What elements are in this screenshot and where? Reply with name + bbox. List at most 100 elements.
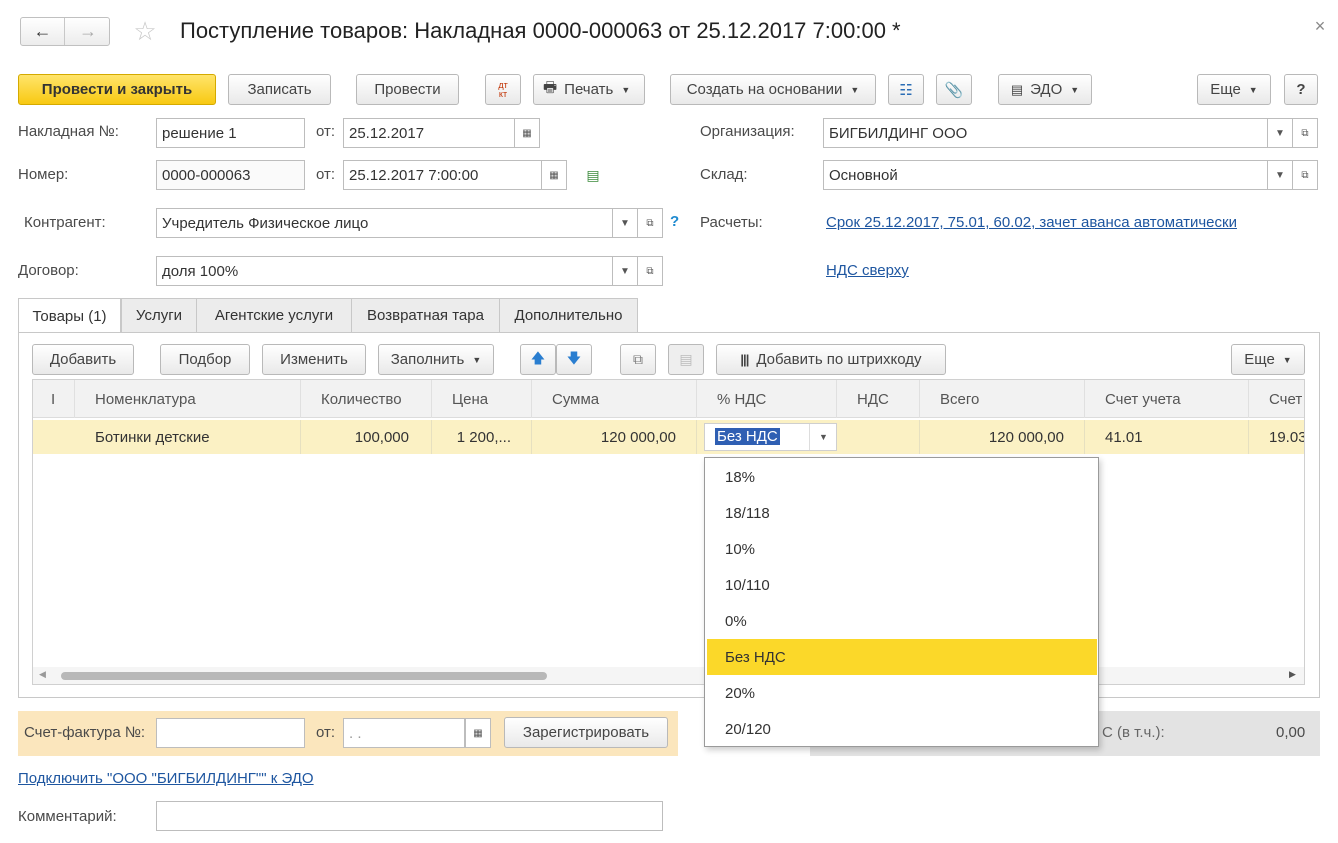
chevron-down-icon[interactable]: ▼ [809,424,837,450]
chevron-down-icon[interactable]: ▼ [612,208,638,238]
scroll-right-icon[interactable]: ▶ [1289,669,1296,680]
vat-rate-editor[interactable]: Без НДС ▼ [704,423,837,451]
add-button[interactable]: Добавить [32,344,134,375]
paste-button[interactable]: ▤ [668,344,704,375]
edit-button[interactable]: Изменить [262,344,366,375]
vat-option-20-120[interactable]: 20/120 [707,711,1097,747]
calendar-icon[interactable]: ▦ [465,718,491,748]
chevron-down-icon[interactable]: ▼ [1267,160,1293,190]
horizontal-scrollbar[interactable]: ◀ ▶ [33,667,1304,684]
calendar-icon[interactable]: ▦ [514,118,540,148]
scrollbar-thumb[interactable] [61,672,547,680]
vat-option-without-vat[interactable]: Без НДС [707,639,1097,675]
structure-button[interactable]: ☷ [888,74,924,105]
col-vat-rate[interactable]: % НДС [697,380,837,418]
print-button[interactable]: 🖶 Печать ▼ [533,74,645,105]
cell-quantity[interactable]: 100,000 [301,420,432,454]
copy-button[interactable]: ⧉ [620,344,656,375]
open-icon[interactable]: ⧉ [637,256,663,286]
col-account[interactable]: Счет учета [1085,380,1249,418]
organization-field[interactable]: БИГБИЛДИНГ ООО [823,118,1268,148]
tab-agent-services[interactable]: Агентские услуги [196,298,352,332]
close-icon[interactable]: × [1310,16,1330,36]
edo-label: ЭДО [1030,81,1063,98]
edo-button[interactable]: ▤ ЭДО ▼ [998,74,1092,105]
vat-option-10[interactable]: 10% [707,531,1097,567]
col-indicator[interactable]: I [33,380,75,418]
cell-total[interactable]: 120 000,00 [920,420,1085,454]
cell-sum[interactable]: 120 000,00 [532,420,697,454]
number-from-label: от: [316,166,336,183]
tab-services[interactable]: Услуги [121,298,197,332]
cell-vat[interactable] [837,420,920,454]
fill-button[interactable]: Заполнить ▼ [378,344,494,375]
cell-price[interactable]: 1 200,... [432,420,532,454]
star-icon[interactable]: ☆ [130,16,160,46]
dt-kt-icon: дт кт [498,79,508,99]
vat-option-0[interactable]: 0% [707,603,1097,639]
invoice-number-field[interactable]: решение 1 [156,118,305,148]
vat-option-10-110[interactable]: 10/110 [707,567,1097,603]
open-icon[interactable]: ⧉ [1292,118,1318,148]
col-vat[interactable]: НДС [837,380,920,418]
table-more-button[interactable]: Еще ▼ [1231,344,1305,375]
vat-rate-selected[interactable]: Без НДС [715,428,780,445]
col-sum[interactable]: Сумма [532,380,697,418]
save-button[interactable]: Записать [228,74,331,105]
edo-icon: ▤ [1010,81,1024,97]
post-button[interactable]: Провести [356,74,459,105]
cell-account[interactable]: 41.01 [1085,420,1249,454]
vat-option-20[interactable]: 20% [707,675,1097,711]
dt-kt-button[interactable]: дт кт [485,74,521,105]
add-by-barcode-button[interactable]: ||| Добавить по штрихкоду [716,344,946,375]
col-quantity[interactable]: Количество [301,380,432,418]
invoice-date-field[interactable]: 25.12.2017 [343,118,515,148]
tab-returnable-packaging[interactable]: Возвратная тара [351,298,500,332]
counterparty-field[interactable]: Учредитель Физическое лицо [156,208,613,238]
cell-account2[interactable]: 19.03 [1249,420,1304,454]
number-field[interactable]: 0000-000063 [156,160,305,190]
sf-label: Счет-фактура №: [24,724,146,741]
post-and-close-button[interactable]: Провести и закрыть [18,74,216,105]
tab-additional[interactable]: Дополнительно [499,298,638,332]
forward-arrow-icon[interactable]: → [66,18,110,45]
vat-option-18-118[interactable]: 18/118 [707,495,1097,531]
calendar-icon[interactable]: ▦ [541,160,567,190]
settlements-link[interactable]: Срок 25.12.2017, 75.01, 60.02, зачет ава… [826,214,1237,231]
cell-nomenclature[interactable]: Ботинки детские [75,420,301,454]
create-based-on-button[interactable]: Создать на основании ▼ [670,74,876,105]
chevron-down-icon[interactable]: ▼ [1267,118,1293,148]
move-up-button[interactable]: 🡅 [520,344,556,375]
help-question-icon[interactable]: ? [670,213,679,230]
col-total[interactable]: Всего [920,380,1085,418]
col-nomenclature[interactable]: Номенклатура [75,380,301,418]
attach-button[interactable]: 📎 [936,74,972,105]
contract-field[interactable]: доля 100% [156,256,613,286]
scroll-left-icon[interactable]: ◀ [39,669,46,680]
organization-label: Организация: [700,123,795,140]
col-price[interactable]: Цена [432,380,532,418]
more-button[interactable]: Еще ▼ [1197,74,1271,105]
vat-option-18[interactable]: 18% [707,459,1097,495]
back-arrow-icon[interactable]: ← [21,18,65,45]
open-icon[interactable]: ⧉ [637,208,663,238]
vat-link[interactable]: НДС сверху [826,262,909,279]
open-icon[interactable]: ⧉ [1292,160,1318,190]
edo-connect-link[interactable]: Подключить "ООО "БИГБИЛДИНГ"" к ЭДО [18,770,314,787]
chevron-down-icon: ▼ [472,354,482,365]
comment-field[interactable] [156,801,663,831]
number-label: Номер: [18,166,69,183]
sf-number-field[interactable] [156,718,305,748]
col-account2[interactable]: Счет [1249,380,1304,418]
document-check-icon[interactable]: ▤ [583,166,603,184]
register-button[interactable]: Зарегистрировать [504,717,668,748]
counterparty-label: Контрагент: [24,214,106,231]
chevron-down-icon[interactable]: ▼ [612,256,638,286]
move-down-button[interactable]: 🡇 [556,344,592,375]
warehouse-field[interactable]: Основной [823,160,1268,190]
number-date-field[interactable]: 25.12.2017 7:00:00 [343,160,542,190]
select-button[interactable]: Подбор [160,344,250,375]
help-button[interactable]: ? [1284,74,1318,105]
tab-goods[interactable]: Товары (1) [18,298,121,334]
sf-date-field[interactable]: . . [343,718,465,748]
